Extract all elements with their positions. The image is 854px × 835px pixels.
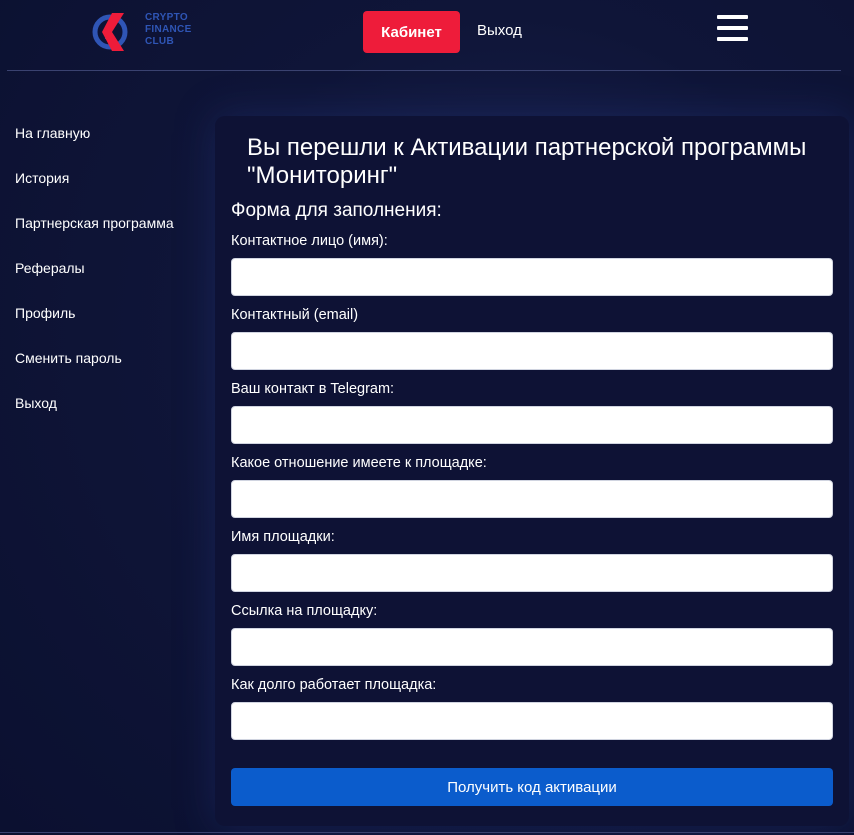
header-exit-link[interactable]: Выход [477, 22, 522, 39]
sidebar-item-home[interactable]: На главную [15, 115, 205, 160]
platform-name-input[interactable] [231, 554, 833, 592]
sidebar-item-referrals[interactable]: Рефералы [15, 250, 205, 295]
hamburger-icon[interactable] [717, 15, 748, 41]
logo[interactable]: 1 CRYPTO FINANCE CLUB [90, 9, 210, 55]
activation-panel: Вы перешли к Активации партнерской прогр… [215, 116, 849, 826]
page-title: Вы перешли к Активации партнерской прогр… [247, 134, 807, 189]
contact-name-input[interactable] [231, 258, 833, 296]
telegram-label: Ваш контакт в Telegram: [231, 381, 395, 397]
telegram-input[interactable] [231, 406, 833, 444]
contact-email-label: Контактный (email) [231, 307, 359, 323]
footer-divider [0, 832, 854, 833]
cabinet-button[interactable]: Кабинет [363, 11, 460, 53]
logo-text-line: FINANCE [145, 24, 192, 35]
platform-link-input[interactable] [231, 628, 833, 666]
contact-email-input[interactable] [231, 332, 833, 370]
sidebar-item-logout[interactable]: Выход [15, 385, 205, 430]
relation-input[interactable] [231, 480, 833, 518]
platform-age-label: Как долго работает площадка: [231, 677, 437, 693]
sidebar-item-change-password[interactable]: Сменить пароль [15, 340, 205, 385]
logo-text-line: CRYPTO [145, 12, 188, 23]
hamburger-bar [717, 26, 748, 30]
sidebar-item-history[interactable]: История [15, 160, 205, 205]
contact-name-label: Контактное лицо (имя): [231, 233, 388, 249]
get-activation-code-button[interactable]: Получить код активации [231, 768, 833, 806]
platform-name-label: Имя площадки: [231, 529, 335, 545]
sidebar-item-profile[interactable]: Профиль [15, 295, 205, 340]
relation-label: Какое отношение имеете к площадке: [231, 455, 487, 471]
logo-text: CRYPTO FINANCE CLUB [145, 12, 192, 48]
platform-link-label: Ссылка на площадку: [231, 603, 378, 619]
hamburger-bar [717, 15, 748, 19]
logo-icon: 1 [92, 13, 128, 51]
logo-text-line: CLUB [145, 36, 174, 47]
form-heading: Форма для заполнения: [231, 200, 442, 221]
sidebar-item-partner-program[interactable]: Партнерская программа [15, 205, 205, 250]
platform-age-input[interactable] [231, 702, 833, 740]
top-header: 1 CRYPTO FINANCE CLUB Кабинет Выход [0, 0, 854, 70]
hamburger-bar [717, 37, 748, 41]
header-divider [7, 70, 841, 71]
sidebar-nav: На главную История Партнерская программа… [15, 115, 205, 430]
